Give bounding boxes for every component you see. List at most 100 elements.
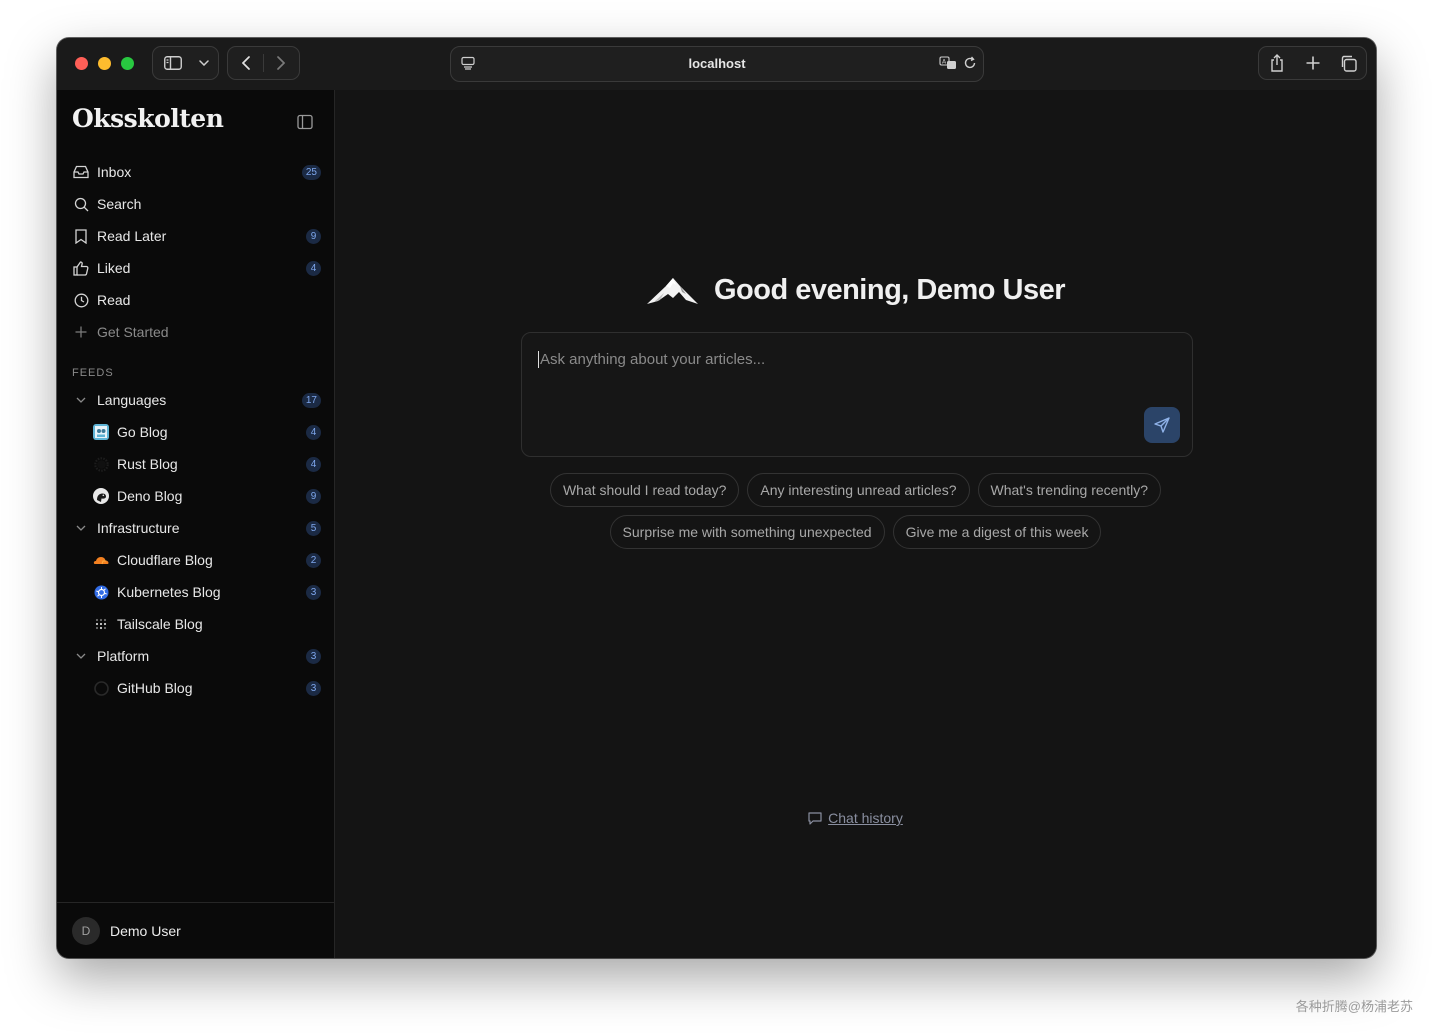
share-icon (1271, 54, 1283, 72)
browser-window: localhost A Oksskolten Inbox 25 Search R… (57, 38, 1376, 958)
search-icon (73, 196, 89, 212)
suggestion-chip[interactable]: Surprise me with something unexpected (609, 515, 885, 549)
nav-liked[interactable]: Liked 4 (65, 254, 327, 282)
chevron-down-icon[interactable] (73, 397, 89, 403)
suggestion-chip[interactable]: What should I read today? (549, 473, 740, 507)
avatar[interactable]: D (72, 917, 100, 945)
nav-read-later[interactable]: Read Later 9 (65, 222, 327, 250)
tabs-icon (1341, 55, 1357, 72)
kubernetes-icon (93, 584, 109, 600)
collapse-sidebar-button[interactable] (297, 114, 313, 135)
nav-search[interactable]: Search (65, 190, 327, 218)
folder-platform[interactable]: Platform 3 (65, 642, 327, 670)
nav-label: Read Later (97, 228, 167, 244)
nav-label: Read (97, 292, 131, 308)
feed-tailscale-blog[interactable]: Tailscale Blog (85, 610, 327, 638)
suggestion-chip[interactable]: What's trending recently? (977, 473, 1162, 507)
gopher-icon (93, 424, 109, 440)
suggestion-chip[interactable]: Any interesting unread articles? (747, 473, 970, 507)
nav-label: Get Started (97, 324, 169, 340)
chevron-right-icon (277, 56, 286, 70)
sidebar-toggle-group (152, 46, 219, 80)
watermark: 各种折腾@杨浦老苏 (1295, 999, 1413, 1014)
reload-icon[interactable] (963, 56, 977, 75)
share-button[interactable] (1259, 47, 1295, 79)
user-menu[interactable]: D Demo User (57, 902, 335, 958)
minimize-window-button[interactable] (98, 57, 111, 70)
feed-label: Go Blog (117, 424, 168, 440)
address-bar[interactable]: localhost A (450, 46, 984, 82)
sidebar-menu-chevron[interactable] (193, 47, 215, 79)
unread-count-badge: 3 (306, 649, 321, 664)
feed-cloudflare-blog[interactable]: Cloudflare Blog 2 (85, 546, 327, 574)
send-button[interactable] (1144, 407, 1180, 443)
chevron-down-icon[interactable] (73, 525, 89, 531)
folder-label: Infrastructure (97, 520, 180, 536)
unread-count-badge: 4 (306, 457, 321, 472)
mountain-logo-icon (646, 278, 698, 304)
greeting-heading: Good evening, Demo User (713, 273, 1066, 306)
nav-label: Inbox (97, 164, 132, 180)
feed-kubernetes-blog[interactable]: Kubernetes Blog 3 (85, 578, 327, 606)
panel-left-icon (297, 114, 313, 130)
translate-icon[interactable]: A (939, 56, 957, 75)
history-nav-group (227, 46, 300, 80)
chat-composer (521, 332, 1193, 457)
folder-infrastructure[interactable]: Infrastructure 5 (65, 514, 327, 542)
chevron-left-icon (241, 56, 250, 70)
sidebar-icon (164, 56, 182, 70)
close-window-button[interactable] (75, 57, 88, 70)
chat-history-label: Chat history (828, 810, 903, 826)
nav-read[interactable]: Read (65, 286, 327, 314)
feed-label: Deno Blog (117, 488, 183, 504)
nav-inbox[interactable]: Inbox 25 (65, 158, 327, 186)
unread-count-badge: 5 (306, 521, 321, 536)
window-actions-group (1258, 46, 1367, 80)
deno-icon (93, 488, 109, 504)
feed-rust-blog[interactable]: Rust Blog 4 (85, 450, 327, 478)
nav-label: Liked (97, 260, 131, 276)
chevron-down-icon (199, 60, 209, 66)
chat-bubble-icon (808, 811, 822, 825)
maximize-window-button[interactable] (121, 57, 134, 70)
unread-count-badge: 3 (306, 681, 321, 696)
suggestions-row-1: What should I read today? Any interestin… (335, 473, 1376, 507)
send-icon (1154, 417, 1170, 433)
forward-button[interactable] (264, 47, 299, 79)
greeting-row: Good evening, Demo User (335, 270, 1376, 310)
feeds-section-label: FEEDS (72, 367, 114, 379)
feed-label: Tailscale Blog (117, 616, 203, 632)
plus-icon (73, 324, 89, 340)
unread-count-badge: 17 (301, 393, 321, 408)
unread-count-badge: 9 (306, 489, 321, 504)
unread-count-badge: 9 (306, 229, 321, 244)
suggestion-chip[interactable]: Give me a digest of this week (892, 515, 1102, 549)
feed-github-blog[interactable]: GitHub Blog 3 (85, 674, 327, 702)
chevron-down-icon[interactable] (73, 653, 89, 659)
bookmark-icon (73, 228, 89, 244)
browser-sidebar-button[interactable] (153, 47, 193, 79)
svg-text:A: A (942, 59, 947, 66)
unread-count-badge: 4 (306, 425, 321, 440)
feed-go-blog[interactable]: Go Blog 4 (85, 418, 327, 446)
nav-get-started[interactable]: Get Started (65, 318, 327, 346)
plus-icon (1306, 56, 1319, 70)
user-name: Demo User (110, 923, 181, 939)
tab-overview-button[interactable] (1330, 47, 1366, 79)
folder-languages[interactable]: Languages 17 (65, 386, 327, 414)
feed-label: Rust Blog (117, 456, 178, 472)
main-content: Good evening, Demo User What should I re… (335, 90, 1376, 958)
unread-count-badge: 2 (306, 553, 321, 568)
nav-label: Search (97, 196, 142, 212)
rust-gear-icon (93, 456, 109, 472)
chat-input[interactable] (538, 351, 1098, 368)
back-button[interactable] (228, 47, 263, 79)
feed-deno-blog[interactable]: Deno Blog 9 (85, 482, 327, 510)
folder-label: Languages (97, 392, 167, 408)
feed-label: Kubernetes Blog (117, 584, 221, 600)
tailscale-icon (93, 616, 109, 632)
new-tab-button[interactable] (1295, 47, 1331, 79)
sidebar: Oksskolten Inbox 25 Search Read Later 9 … (57, 90, 335, 958)
chat-history-link[interactable]: Chat history (335, 810, 1376, 826)
inbox-icon (73, 164, 89, 180)
